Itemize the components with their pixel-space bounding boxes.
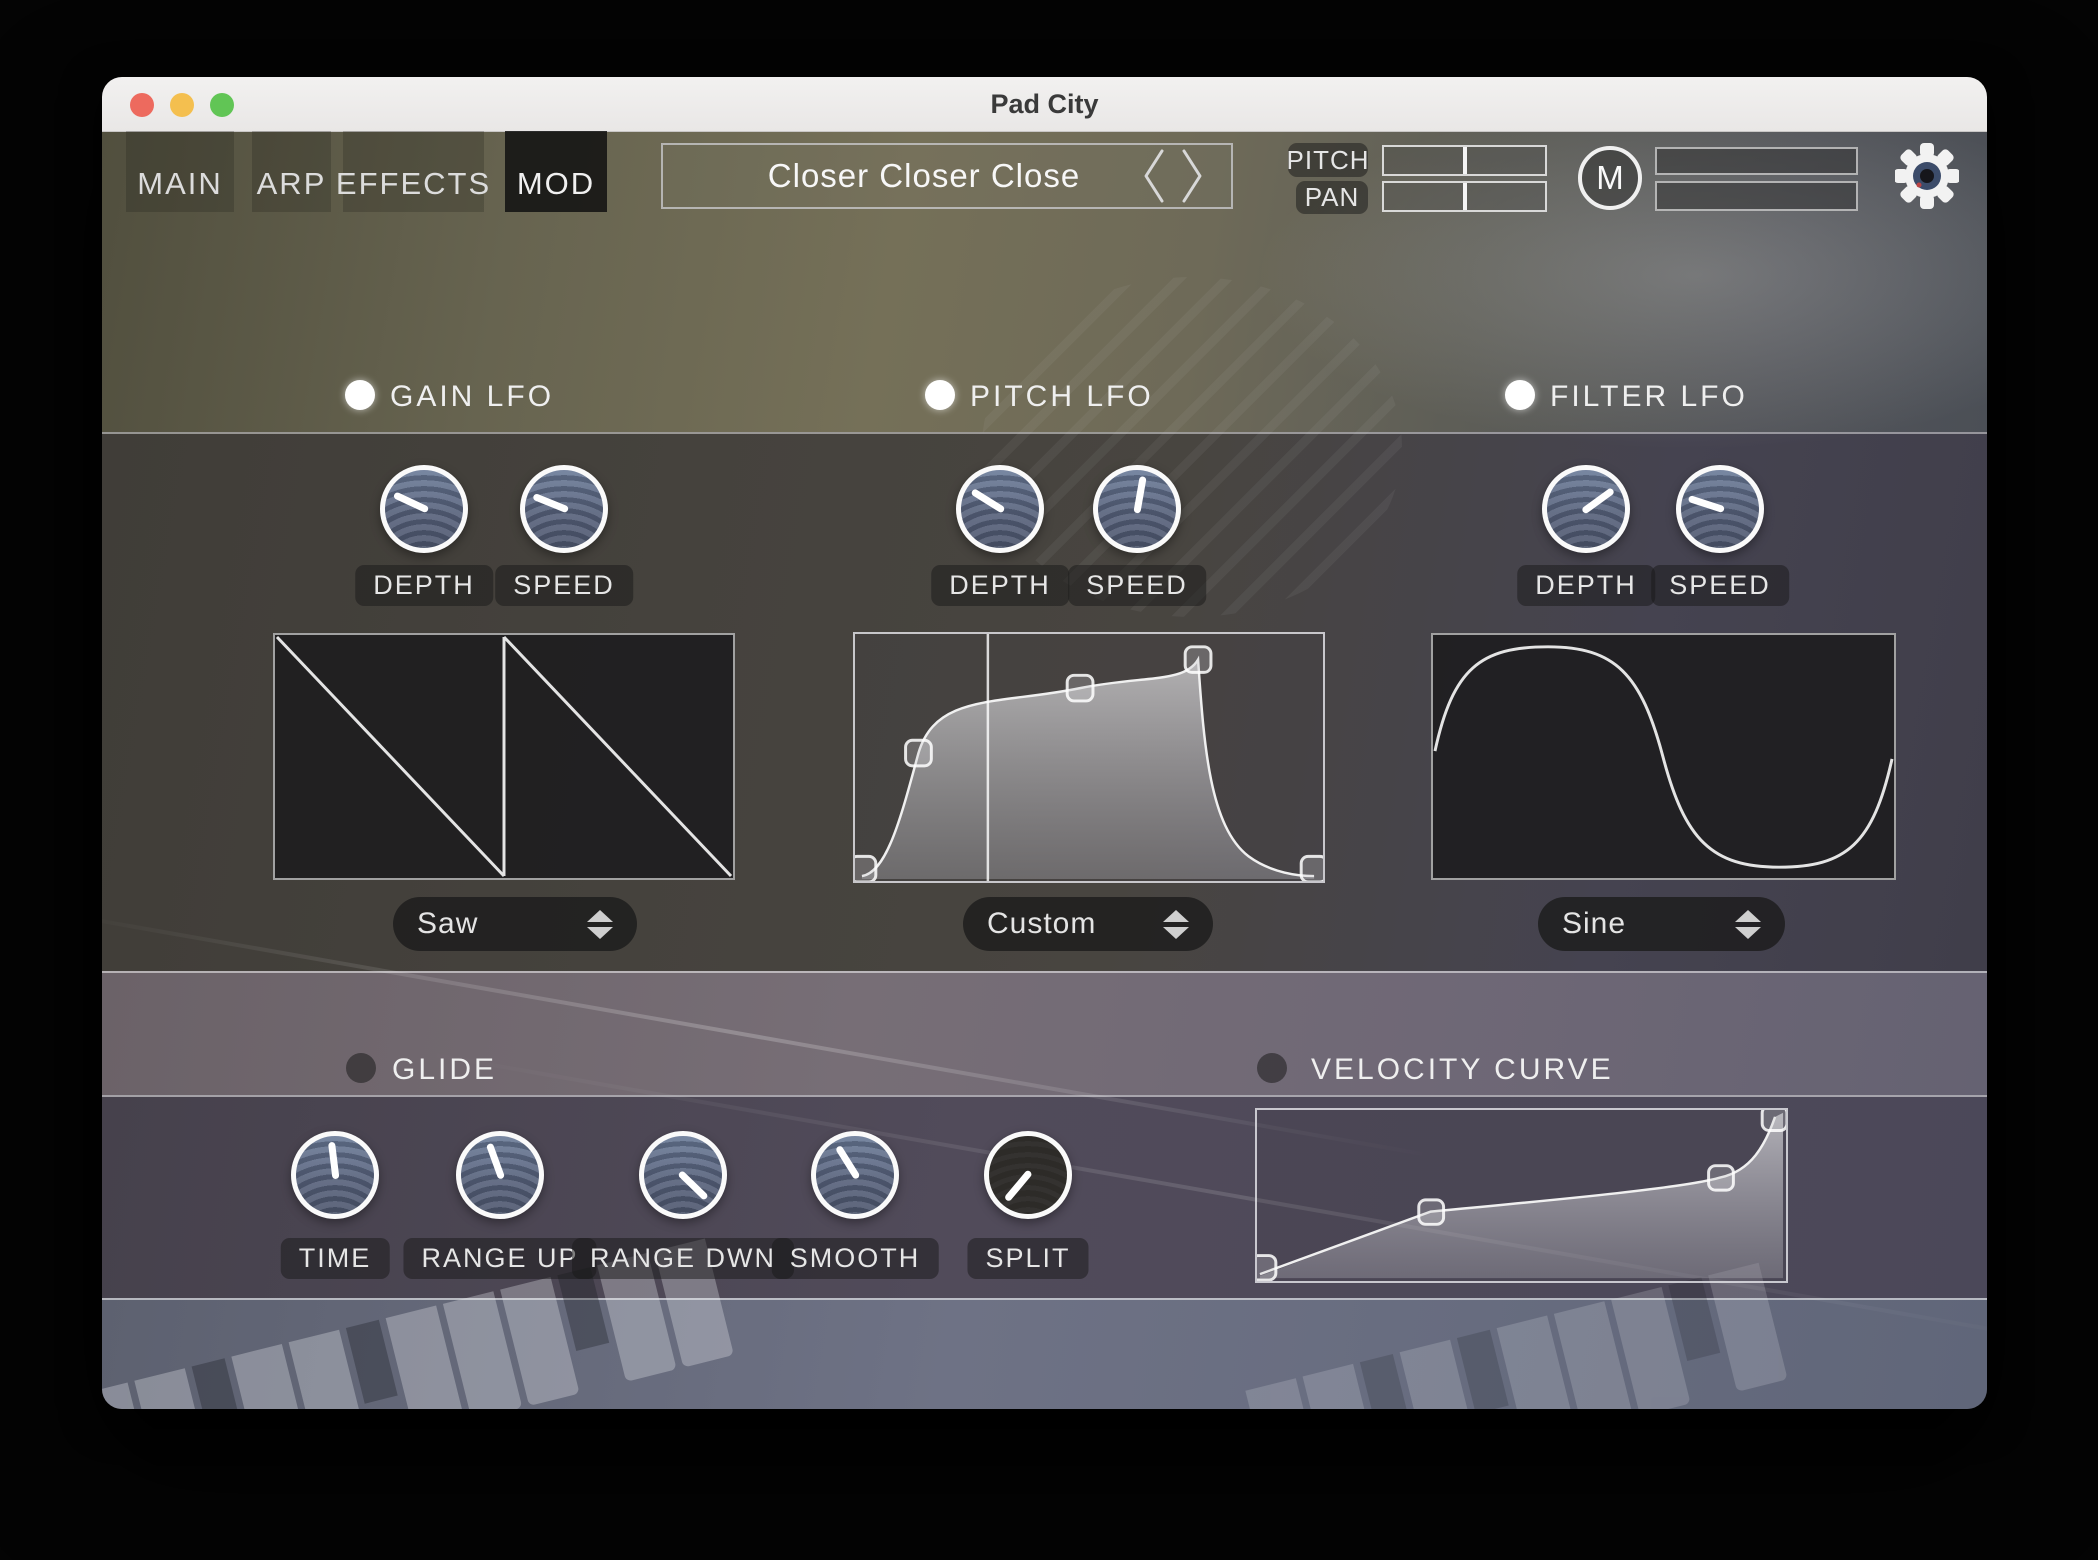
plugin-window: Pad City MAIN ARP EFFECTS MOD Closer Clo…	[102, 77, 1987, 1409]
glide-header-background	[102, 971, 1987, 1097]
pan-slider[interactable]	[1382, 181, 1547, 212]
pitch-wave-value: Custom	[987, 907, 1096, 941]
meter-bar-top	[1655, 147, 1858, 175]
select-arrows-icon	[587, 910, 613, 939]
glide-time-knob[interactable]	[291, 1131, 379, 1219]
pitch-lfo-title: PITCH LFO	[970, 380, 1154, 414]
glide-range-dwn-label: RANGE DWN	[572, 1238, 794, 1279]
velocity-curve-display[interactable]	[1255, 1108, 1788, 1283]
preset-selector[interactable]: Closer Closer Close	[661, 143, 1233, 209]
meter-bar-bottom	[1655, 181, 1858, 211]
pitch-label: PITCH	[1288, 143, 1368, 177]
pitch-depth-knob[interactable]	[956, 465, 1044, 553]
velocity-curve-fill	[1260, 1113, 1783, 1278]
glide-range-up-knob[interactable]	[456, 1131, 544, 1219]
preset-prev-icon[interactable]	[1141, 146, 1167, 206]
saw-wave-icon	[275, 635, 733, 878]
pitch-speed-label: SPEED	[1068, 565, 1206, 606]
tab-effects[interactable]: EFFECTS	[343, 131, 484, 212]
gain-wave-select[interactable]: Saw	[393, 897, 637, 951]
sine-wave-icon	[1433, 635, 1894, 878]
pan-label: PAN	[1296, 181, 1368, 214]
gain-lfo-led[interactable]	[345, 380, 375, 410]
window-title: Pad City	[102, 77, 1987, 131]
bottom-strip-background	[102, 1298, 1987, 1409]
gain-depth-knob[interactable]	[380, 465, 468, 553]
gain-wave-value: Saw	[417, 907, 478, 941]
filter-speed-label: SPEED	[1651, 565, 1789, 606]
pitch-wave-select[interactable]: Custom	[963, 897, 1213, 951]
glide-led[interactable]	[346, 1053, 376, 1083]
velocity-curve-title: VELOCITY CURVE	[1311, 1053, 1614, 1087]
settings-gear-icon[interactable]	[1895, 143, 1959, 209]
pitch-lfo-wave-display[interactable]	[853, 632, 1325, 883]
glide-title: GLIDE	[392, 1053, 497, 1087]
select-arrows-icon	[1163, 910, 1189, 939]
filter-lfo-title: FILTER LFO	[1550, 380, 1748, 414]
gain-speed-label: SPEED	[495, 565, 633, 606]
titlebar[interactable]: Pad City	[102, 77, 1987, 132]
glide-split-label: SPLIT	[967, 1238, 1088, 1279]
filter-wave-select[interactable]: Sine	[1538, 897, 1785, 951]
glide-smooth-label: SMOOTH	[772, 1238, 939, 1279]
filter-depth-knob[interactable]	[1542, 465, 1630, 553]
select-arrows-icon	[1735, 910, 1761, 939]
filter-lfo-wave-display[interactable]	[1431, 633, 1896, 880]
velocity-curve-led[interactable]	[1257, 1053, 1287, 1083]
pitch-lfo-led[interactable]	[925, 380, 955, 410]
tab-main[interactable]: MAIN	[126, 131, 234, 212]
mono-button[interactable]: M	[1578, 146, 1642, 210]
gain-lfo-title: GAIN LFO	[390, 380, 554, 414]
pitch-depth-label: DEPTH	[931, 565, 1069, 606]
glide-time-label: TIME	[281, 1238, 390, 1279]
glide-smooth-knob[interactable]	[811, 1131, 899, 1219]
pan-slider-thumb[interactable]	[1463, 183, 1467, 210]
filter-wave-value: Sine	[1562, 907, 1626, 941]
pitch-slider[interactable]	[1382, 145, 1547, 176]
preset-name: Closer Closer Close	[663, 157, 1115, 195]
filter-speed-knob[interactable]	[1676, 465, 1764, 553]
preset-next-icon[interactable]	[1179, 146, 1205, 206]
pitch-slider-thumb[interactable]	[1463, 147, 1467, 174]
gain-lfo-wave-display[interactable]	[273, 633, 735, 880]
gain-depth-label: DEPTH	[355, 565, 493, 606]
filter-lfo-led[interactable]	[1505, 380, 1535, 410]
glide-range-up-label: RANGE UP	[403, 1238, 596, 1279]
glide-range-dwn-knob[interactable]	[639, 1131, 727, 1219]
glide-split-knob[interactable]	[984, 1131, 1072, 1219]
pitch-speed-knob[interactable]	[1093, 465, 1181, 553]
tab-mod[interactable]: MOD	[505, 131, 607, 212]
gain-speed-knob[interactable]	[520, 465, 608, 553]
filter-depth-label: DEPTH	[1517, 565, 1655, 606]
tab-arp[interactable]: ARP	[252, 131, 331, 212]
